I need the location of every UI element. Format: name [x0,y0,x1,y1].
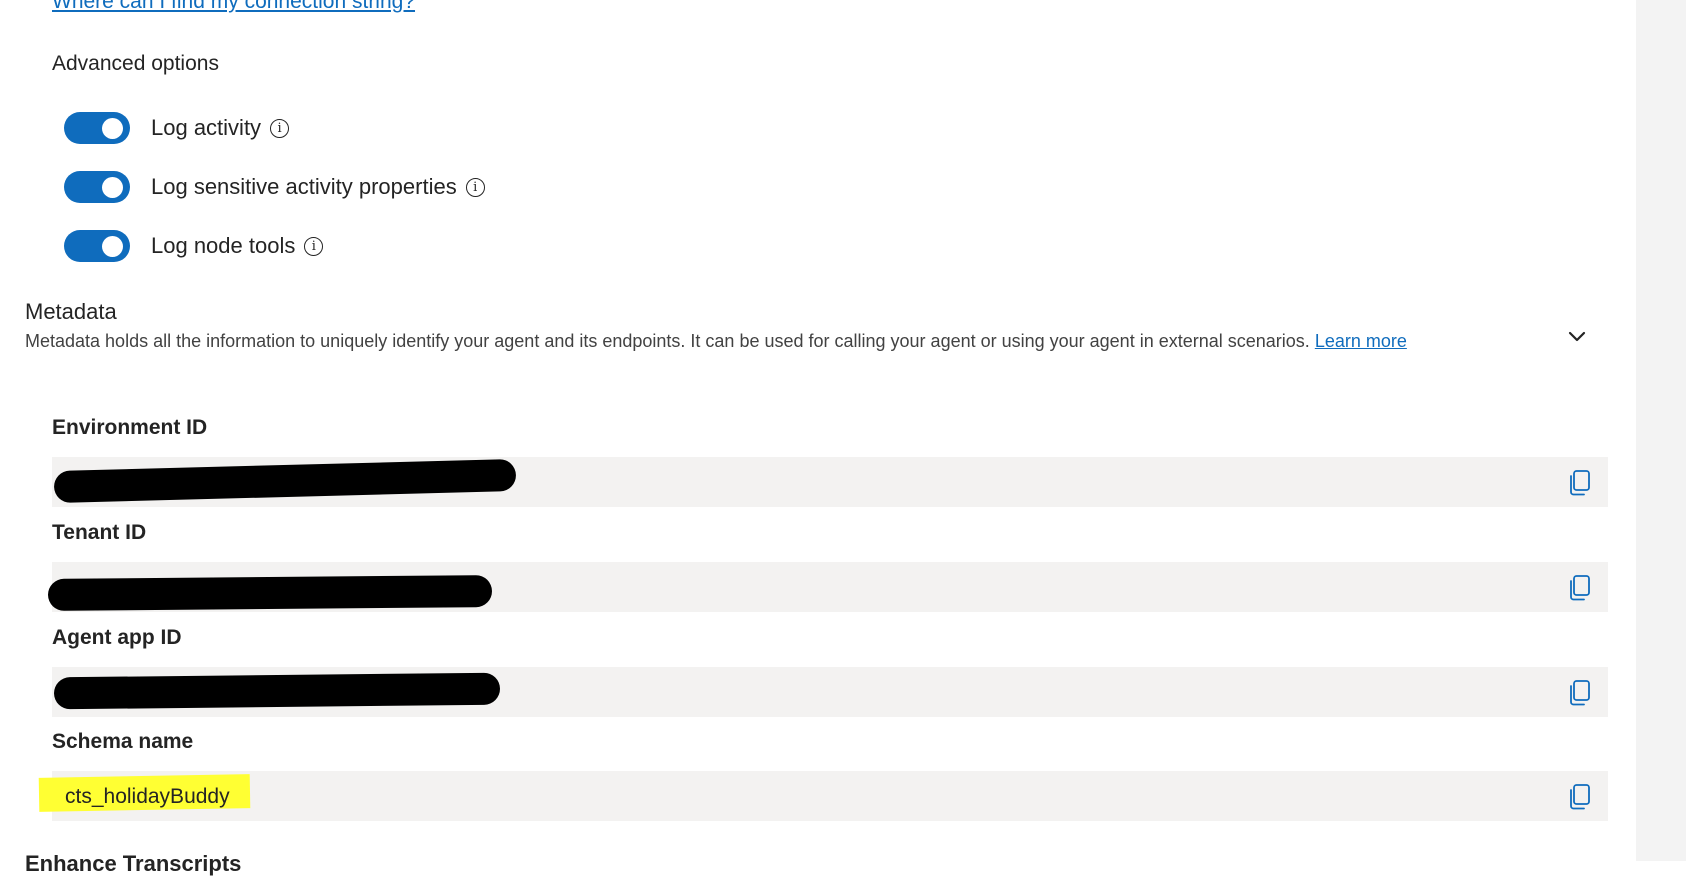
tenant-id-field[interactable] [47,562,1608,612]
schema-name-label: Schema name [52,730,194,753]
next-section-title: Enhance Transcripts [25,851,242,876]
copy-icon[interactable] [1568,679,1592,707]
redaction-mark [53,458,517,504]
agent-app-id-label: Agent app ID [52,626,182,649]
chevron-down-icon[interactable] [1566,326,1588,348]
log-node-tools-label: Log node tools [151,233,296,258]
copy-icon[interactable] [1568,783,1592,811]
log-sensitive-row: Log sensitive activity properties i [64,170,485,204]
schema-name-field[interactable] [52,771,1608,821]
log-node-tools-row: Log node tools i [64,229,324,263]
log-sensitive-label: Log sensitive activity properties [151,174,457,199]
metadata-title: Metadata [25,299,117,324]
metadata-description-text: Metadata holds all the information to un… [25,331,1310,351]
log-node-tools-toggle[interactable] [64,230,130,262]
toggle-knob [102,236,123,257]
copy-icon[interactable] [1568,469,1592,497]
info-icon[interactable]: i [465,177,485,197]
metadata-description: Metadata holds all the information to un… [25,331,1515,352]
redaction-mark [53,672,501,710]
redaction-mark [47,575,493,611]
toggle-knob [102,177,123,198]
connection-string-help-link[interactable]: Where can I find my connection string? [52,0,415,14]
log-activity-toggle[interactable] [64,112,130,144]
agent-app-id-field[interactable] [52,667,1608,717]
environment-id-label: Environment ID [52,416,208,439]
advanced-options-title: Advanced options [52,52,219,75]
environment-id-field[interactable] [52,457,1608,507]
info-icon[interactable]: i [304,236,324,256]
right-rail [1636,0,1686,861]
copy-icon[interactable] [1568,574,1592,602]
tenant-id-label: Tenant ID [52,521,147,544]
log-sensitive-toggle[interactable] [64,171,130,203]
learn-more-link[interactable]: Learn more [1315,331,1407,351]
schema-name-value: cts_holidayBuddy [65,785,230,808]
toggle-knob [102,118,123,139]
log-activity-row: Log activity i [64,111,290,145]
log-activity-label: Log activity [151,115,262,140]
info-icon[interactable]: i [270,118,290,138]
